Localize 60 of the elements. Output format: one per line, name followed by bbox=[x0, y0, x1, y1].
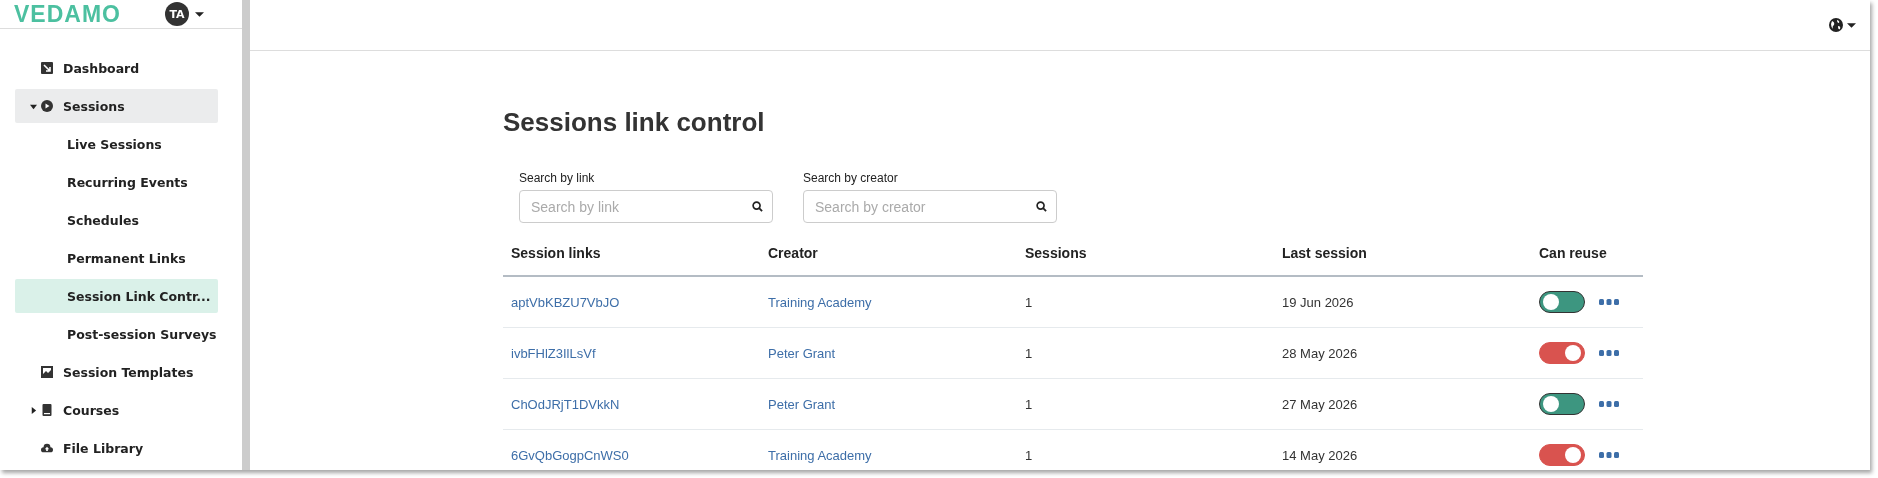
cloud-upload-icon bbox=[41, 442, 53, 454]
sidebar-item[interactable]: Recurring Events bbox=[15, 165, 218, 199]
book-icon bbox=[41, 404, 53, 416]
sidebar-item[interactable]: Sessions bbox=[15, 89, 218, 123]
sidebar-item[interactable]: Post-session Surveys bbox=[15, 317, 218, 351]
table-cell: 1 bbox=[1025, 345, 1033, 361]
sidebar-item[interactable]: Live Sessions bbox=[15, 127, 218, 161]
search-field[interactable]: Search by creator bbox=[803, 190, 1057, 223]
more-icon[interactable] bbox=[1599, 452, 1619, 458]
creator-link[interactable]: Peter Grant bbox=[768, 396, 836, 412]
sidebar-item[interactable]: Dashboard bbox=[15, 51, 218, 85]
session-link[interactable]: ChOdJRjT1DVkkN bbox=[511, 396, 620, 412]
reuse-toggle[interactable] bbox=[1539, 342, 1585, 364]
caret-down-icon[interactable] bbox=[195, 11, 204, 17]
caret-down-icon[interactable] bbox=[29, 102, 37, 110]
scrollbar[interactable] bbox=[242, 0, 250, 470]
creator-link[interactable]: Training Academy bbox=[768, 294, 872, 310]
column-header: Last session bbox=[1274, 233, 1531, 276]
table-cell: 19 Jun 2026 bbox=[1282, 294, 1354, 310]
creator-link[interactable]: Training Academy bbox=[768, 447, 872, 463]
page-title: Sessions link control bbox=[503, 107, 766, 138]
caret-right-icon[interactable] bbox=[29, 406, 37, 414]
session-link[interactable]: ivbFHlZ3IlLsVf bbox=[511, 345, 596, 361]
sidebar-item[interactable]: Session Templates bbox=[15, 355, 218, 389]
session-link[interactable]: aptVbKBZU7VbJO bbox=[511, 294, 620, 310]
column-header: Creator bbox=[760, 233, 1017, 276]
table-cell: 14 May 2026 bbox=[1282, 447, 1358, 463]
creator-link[interactable]: Peter Grant bbox=[768, 345, 836, 361]
field-label: Search by link bbox=[519, 171, 596, 185]
reuse-toggle[interactable] bbox=[1539, 444, 1585, 466]
reuse-toggle[interactable] bbox=[1539, 291, 1585, 313]
play-icon bbox=[41, 100, 53, 112]
search-icon[interactable] bbox=[1036, 201, 1047, 212]
reuse-toggle[interactable] bbox=[1539, 393, 1585, 415]
session-link[interactable]: 6GvQbGogpCnWS0 bbox=[511, 447, 629, 463]
sidebar-item[interactable]: Session Link Contr... bbox=[15, 279, 218, 313]
template-icon bbox=[41, 366, 53, 378]
table-cell: 1 bbox=[1025, 447, 1033, 463]
column-header: Can reuse bbox=[1531, 233, 1643, 276]
globe-icon[interactable] bbox=[1829, 18, 1843, 32]
caret-down-icon[interactable] bbox=[1847, 22, 1856, 28]
search-field[interactable]: Search by link bbox=[519, 190, 773, 223]
column-header: Sessions bbox=[1017, 233, 1274, 276]
table-cell: 1 bbox=[1025, 294, 1033, 310]
more-icon[interactable] bbox=[1599, 350, 1619, 356]
sidebar-item[interactable]: Permanent Links bbox=[15, 241, 218, 275]
table-cell: 1 bbox=[1025, 396, 1033, 412]
table-cell: 28 May 2026 bbox=[1282, 345, 1358, 361]
column-header: Session links bbox=[503, 233, 760, 276]
search-icon[interactable] bbox=[752, 201, 763, 212]
dashboard-icon bbox=[41, 62, 53, 74]
field-label: Search by creator bbox=[803, 171, 899, 185]
table-cell: 27 May 2026 bbox=[1282, 396, 1358, 412]
more-icon[interactable] bbox=[1599, 401, 1619, 407]
sidebar-item[interactable]: File Library bbox=[15, 431, 218, 465]
sidebar-item[interactable]: Schedules bbox=[15, 203, 218, 237]
more-icon[interactable] bbox=[1599, 299, 1619, 305]
sidebar-item[interactable]: Courses bbox=[15, 393, 218, 427]
logo: VEDAMO bbox=[14, 0, 121, 28]
user-avatar[interactable]: TA bbox=[165, 2, 189, 26]
